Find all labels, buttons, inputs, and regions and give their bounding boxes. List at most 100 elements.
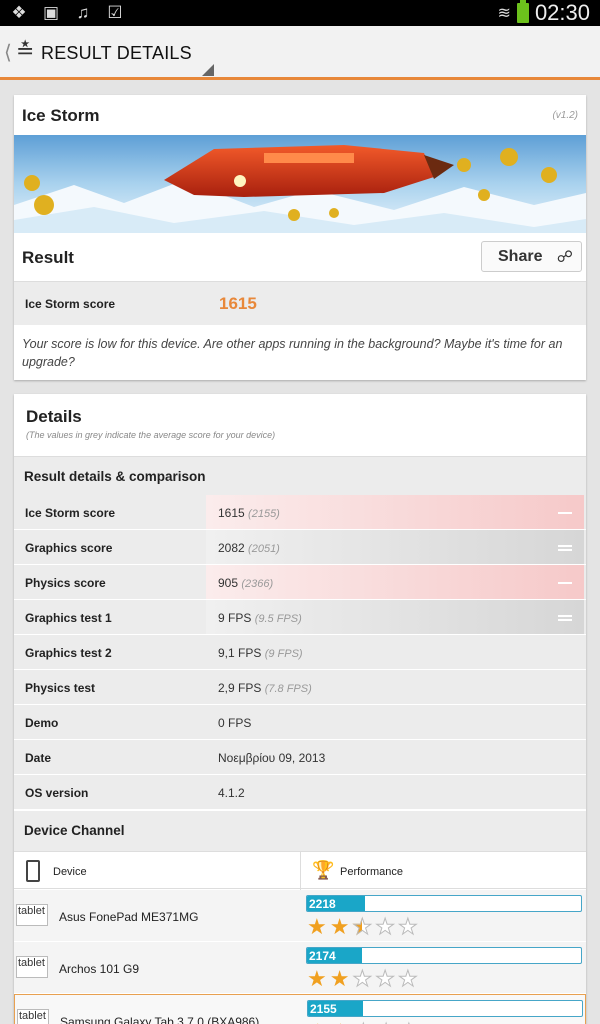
action-bar: ⟨ ≛ RESULT DETAILS	[0, 26, 600, 80]
detail-label: OS version	[25, 786, 89, 800]
checkbag-icon: ☑	[107, 3, 123, 22]
detail-label: Graphics test 2	[25, 646, 112, 660]
clock: 02:30	[534, 0, 590, 25]
phone-icon	[26, 860, 40, 882]
comparison-bar: 1615 (2155)	[206, 495, 584, 529]
battery-icon	[516, 0, 529, 23]
star-icon: ★	[307, 966, 327, 991]
detail-average: (9 FPS)	[264, 648, 303, 660]
device-thumbnail: tablet	[16, 904, 48, 926]
detail-row: Graphics score 2082 (2051)	[14, 530, 586, 565]
star-icon: ★	[375, 914, 396, 939]
performance-bar: 2155	[307, 1000, 583, 1017]
device-thumbnail: tablet	[16, 956, 48, 978]
share-icon: ☍	[556, 249, 573, 266]
star-rating: ★★★★★	[307, 914, 418, 939]
detail-row: Graphics test 2 9,1 FPS (9 FPS)	[14, 635, 586, 670]
share-label: Share	[498, 248, 543, 265]
detail-label: Graphics test 1	[25, 611, 112, 625]
star-icon: ★	[307, 914, 327, 939]
details-subtitle: (The values in grey indicate the average…	[26, 430, 276, 440]
device-name: Archos 101 G9	[59, 962, 140, 976]
details-card: Details (The values in grey indicate the…	[14, 394, 586, 1024]
star-rating: ★★★★★	[307, 966, 418, 991]
wifi-icon: ≋	[497, 5, 511, 22]
detail-value: 0 FPS	[218, 716, 252, 730]
test-title: Ice Storm	[22, 106, 100, 125]
score-message: Your score is low for this device. Are o…	[22, 337, 563, 369]
performance-score: 2155	[310, 1002, 337, 1016]
page-title[interactable]: RESULT DETAILS	[41, 43, 192, 64]
detail-value: 905	[218, 576, 239, 590]
test-banner-image	[14, 135, 586, 233]
detail-row: Physics test 2,9 FPS (7.8 FPS)	[14, 670, 586, 705]
performance-score: 2174	[309, 949, 336, 963]
section-result-details: Result details & comparison	[14, 456, 586, 495]
detail-row: Ice Storm score 1615 (2155)	[14, 495, 586, 530]
below-average-icon	[558, 512, 572, 514]
star-icon: ★	[329, 966, 350, 991]
device-name: Asus FonePad ME371MG	[59, 910, 199, 924]
score-row: Ice Storm score 1615	[14, 281, 586, 325]
test-version: (v1.2)	[552, 110, 578, 121]
detail-label: Demo	[25, 716, 59, 730]
comparison-bar: 9 FPS (9.5 FPS)	[206, 600, 584, 634]
ice-storm-artwork	[14, 135, 586, 233]
details-title: Details	[26, 407, 82, 426]
column-performance: Performance	[340, 866, 403, 878]
gallery-icon: ▣	[42, 3, 60, 22]
below-average-icon	[558, 582, 572, 584]
detail-row: Date Νοεμβρίου 09, 2013	[14, 740, 586, 775]
comparison-bar: 905 (2366)	[206, 565, 584, 599]
device-row[interactable]: tablet Samsung Galaxy Tab 3 7.0 (BXA986) 2…	[14, 994, 586, 1024]
detail-label: Ice Storm score	[25, 506, 116, 520]
device-row[interactable]: tablet Archos 101 G9 2174 ★ ★ ★ ★ ★	[14, 942, 586, 994]
detail-value: 2,9 FPS	[218, 681, 262, 695]
back-chevron-icon[interactable]: ⟨	[4, 40, 12, 65]
detail-average: (7.8 FPS)	[264, 683, 312, 695]
app-logo-icon[interactable]: ≛	[16, 38, 34, 64]
device-name: Samsung Galaxy Tab 3 7.0 (BXA986)	[60, 1015, 260, 1024]
detail-average: (9.5 FPS)	[254, 613, 302, 625]
performance-score: 2218	[309, 897, 336, 911]
detail-value: 1615	[218, 506, 245, 520]
comparison-bar: 9,1 FPS (9 FPS)	[206, 635, 584, 669]
star-icon: ★	[397, 966, 418, 991]
comparison-bar: 2082 (2051)	[206, 530, 584, 564]
star-icon: ★	[352, 966, 373, 991]
detail-row: Demo 0 FPS	[14, 705, 586, 740]
dropbox-icon: ❖	[11, 3, 27, 22]
trophy-icon: 🏆	[312, 860, 335, 880]
detail-value: 4.1.2	[218, 786, 245, 800]
detail-value: 9 FPS	[218, 611, 252, 625]
star-icon: ★	[397, 914, 418, 939]
notification-icons: ❖ ▣ ♫ ☑	[8, 3, 126, 23]
star-icon: ★	[352, 914, 373, 939]
dropdown-caret-icon[interactable]	[202, 64, 214, 76]
music-icon: ♫	[76, 3, 90, 22]
equal-average-icon	[558, 545, 572, 551]
device-row[interactable]: tablet Asus FonePad ME371MG 2218 ★ ★ ★ ★ ★	[14, 890, 586, 942]
column-device: Device	[53, 866, 87, 878]
detail-value: Νοεμβρίου 09, 2013	[218, 751, 326, 765]
detail-row: Graphics test 1 9 FPS (9.5 FPS)	[14, 600, 586, 635]
share-button[interactable]: Share ☍	[481, 241, 582, 272]
detail-row: Physics score 905 (2366)	[14, 565, 586, 600]
detail-label: Physics score	[25, 576, 106, 590]
section-device-channel: Device Channel	[14, 811, 586, 851]
detail-value: 9,1 FPS	[218, 646, 262, 660]
detail-row: OS version 4.1.2	[14, 775, 586, 810]
detail-label: Date	[25, 751, 52, 765]
star-icon: ★	[329, 914, 350, 939]
detail-label: Graphics score	[25, 541, 113, 555]
status-bar: ❖ ▣ ♫ ☑ ≋ 02:30	[0, 0, 600, 26]
detail-average: (2155)	[248, 508, 280, 520]
performance-bar: 2218	[306, 895, 582, 912]
comparison-bar: 2,9 FPS (7.8 FPS)	[206, 670, 584, 704]
score-label: Ice Storm score	[25, 297, 116, 311]
detail-value: 2082	[218, 541, 245, 555]
detail-label: Physics test	[25, 681, 96, 695]
performance-bar: 2174	[306, 947, 582, 964]
star-icon: ★	[375, 966, 396, 991]
score-value: 1615	[219, 294, 257, 313]
